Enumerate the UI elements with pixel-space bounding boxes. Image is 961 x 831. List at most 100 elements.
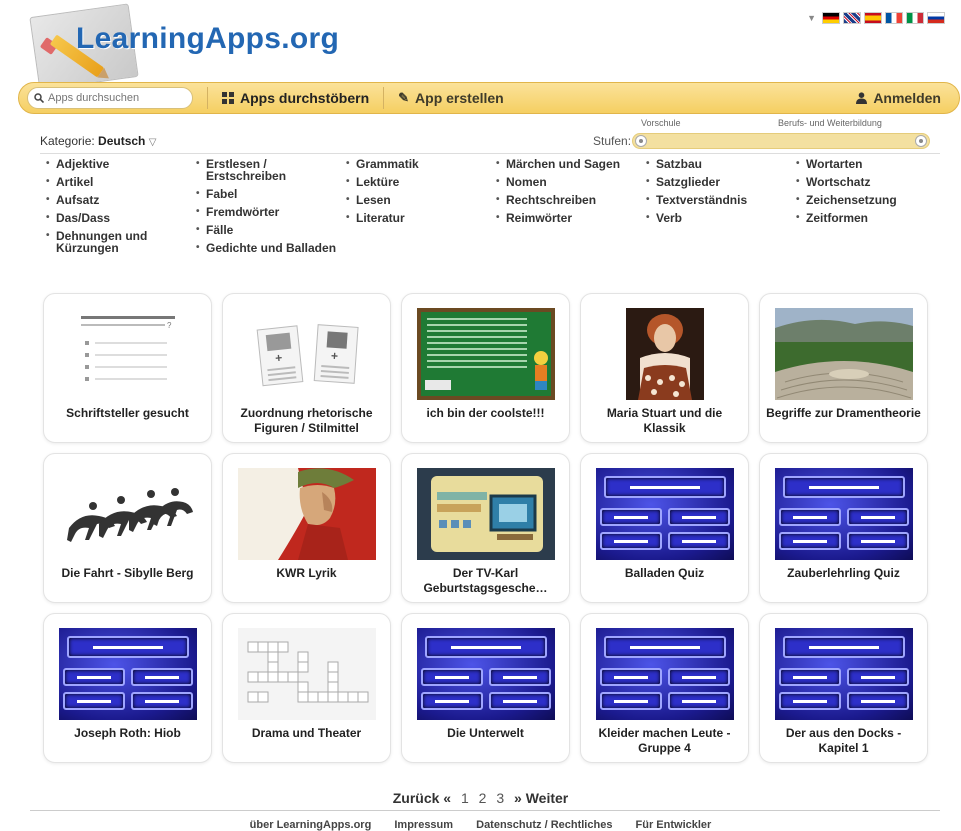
quiz-thumbnail — [59, 628, 197, 720]
subcategory-list: Adjektive Artikel Aufsatz Das/Dass Dehnu… — [46, 158, 946, 260]
pagination: Zurück « 1 2 3 » Weiter — [0, 790, 961, 806]
app-card[interactable]: Der TV-Karl Geburtstagsgesche… — [401, 453, 570, 603]
app-title: Die Unterwelt — [447, 726, 524, 740]
app-title: Der aus den Docks - Kapitel 1 — [785, 726, 902, 755]
footer: über LearningApps.org Impressum Datensch… — [0, 819, 961, 831]
quiz-thumbnail — [775, 468, 913, 560]
app-title: ich bin der coolste!!! — [426, 406, 545, 420]
search-input[interactable] — [48, 92, 178, 104]
app-card[interactable]: Die Unterwelt — [401, 613, 570, 763]
subcategory-link[interactable]: Grammatik — [346, 158, 496, 170]
subcategory-link[interactable]: Satzglieder — [646, 176, 796, 188]
subcategory-link[interactable]: Zeitformen — [796, 212, 946, 224]
subcategory-link[interactable]: Lektüre — [346, 176, 496, 188]
level-slider[interactable] — [632, 133, 930, 149]
quiz-thumbnail — [775, 628, 913, 720]
subcategory-link[interactable]: Aufsatz — [46, 194, 196, 206]
app-title: Kleider machen Leute - Gruppe 4 — [598, 726, 731, 755]
app-card[interactable]: Zauberlehrling Quiz — [759, 453, 928, 603]
subcategory-link[interactable]: Erstlesen / Erstschreiben — [196, 158, 306, 182]
browse-apps-label: Apps durchstöbern — [240, 90, 370, 106]
login-label: Anmelden — [873, 90, 941, 106]
subcategory-link[interactable]: Märchen und Sagen — [496, 158, 646, 170]
slider-max-handle[interactable] — [915, 135, 927, 147]
page-link-2[interactable]: 2 — [479, 790, 487, 806]
search-box[interactable] — [27, 87, 193, 109]
app-card[interactable]: Joseph Roth: Hiob — [43, 613, 212, 763]
crossword-thumbnail — [238, 628, 376, 720]
page-link-1[interactable]: 1 — [461, 790, 469, 806]
subcategory-link[interactable]: Wortschatz — [796, 176, 946, 188]
app-card[interactable]: Der aus den Docks - Kapitel 1 — [759, 613, 928, 763]
pair-thumbnail: + + — [238, 308, 376, 400]
quiz-thumbnail — [596, 468, 734, 560]
flag-ru-icon[interactable] — [927, 12, 945, 24]
subcategory-link[interactable]: Wortarten — [796, 158, 946, 170]
flag-es-icon[interactable] — [864, 12, 882, 24]
app-card[interactable]: Drama und Theater — [222, 613, 391, 763]
subcategory-link[interactable]: Nomen — [496, 176, 646, 188]
browse-apps-tab[interactable]: Apps durchstöbern — [208, 82, 383, 114]
create-app-tab[interactable]: ✎ App erstellen — [384, 82, 518, 114]
subcategory-link[interactable]: Das/Dass — [46, 212, 196, 224]
footer-link-about[interactable]: über LearningApps.org — [250, 819, 372, 831]
app-title: Joseph Roth: Hiob — [74, 726, 181, 740]
theater-thumbnail — [775, 308, 913, 400]
category-selector[interactable]: Kategorie: Deutsch ▽ — [40, 134, 156, 148]
footer-link-developers[interactable]: Für Entwickler — [636, 819, 712, 831]
user-icon — [856, 92, 868, 104]
flag-gb-icon[interactable] — [843, 12, 861, 24]
category-value: Deutsch — [98, 134, 146, 148]
subcategory-link[interactable]: Rechtschreiben — [496, 194, 646, 206]
slider-min-handle[interactable] — [635, 135, 647, 147]
app-card[interactable]: Die Fahrt - Sibylle Berg — [43, 453, 212, 603]
next-page-link[interactable]: » Weiter — [514, 790, 568, 806]
chevron-down-icon: ▽ — [148, 137, 157, 148]
subcategory-column: Adjektive Artikel Aufsatz Das/Dass Dehnu… — [46, 158, 196, 260]
logo[interactable]: LearningApps.org — [28, 3, 348, 91]
app-title: Zauberlehrling Quiz — [787, 566, 900, 580]
flag-it-icon[interactable] — [906, 12, 924, 24]
flag-fr-icon[interactable] — [885, 12, 903, 24]
app-card[interactable]: ich bin der coolste!!! — [401, 293, 570, 443]
dropdown-arrow-icon[interactable]: ▼ — [807, 13, 816, 23]
subcategory-link[interactable]: Fälle — [196, 224, 346, 236]
subcategory-link[interactable]: Adjektive — [46, 158, 196, 170]
subcategory-link[interactable]: Textverständnis — [646, 194, 796, 206]
footer-link-privacy[interactable]: Datenschutz / Rechtliches — [476, 819, 612, 831]
app-card[interactable]: + + Zuordnung rhetorische Figuren / Stil… — [222, 293, 391, 443]
subcategory-link[interactable]: Literatur — [346, 212, 496, 224]
subcategory-column: Grammatik Lektüre Lesen Literatur — [346, 158, 496, 260]
search-icon — [34, 93, 44, 103]
app-card[interactable]: KWR Lyrik — [222, 453, 391, 603]
level-min-label: Vorschule — [641, 118, 681, 128]
subcategory-link[interactable]: Artikel — [46, 176, 196, 188]
subcategory-link[interactable]: Dehnungen und Kürzungen — [46, 230, 156, 254]
page: LearningApps.org ▼ Apps durchstöbern ✎ A… — [0, 0, 961, 831]
app-card[interactable]: ? Schriftsteller gesucht — [43, 293, 212, 443]
logo-text: LearningApps.org — [76, 22, 340, 55]
subcategory-link[interactable]: Fabel — [196, 188, 346, 200]
app-card[interactable]: Kleider machen Leute - Gruppe 4 — [580, 613, 749, 763]
svg-text:+: + — [331, 349, 339, 363]
level-max-label: Berufs- und Weiterbildung — [778, 118, 882, 128]
subcategory-link[interactable]: Verb — [646, 212, 796, 224]
subcategory-link[interactable]: Reimwörter — [496, 212, 646, 224]
svg-text:?: ? — [167, 321, 172, 330]
subcategory-link[interactable]: Zeichensetzung — [796, 194, 946, 206]
subcategory-link[interactable]: Satzbau — [646, 158, 796, 170]
subcategory-link[interactable]: Lesen — [346, 194, 496, 206]
quiz-thumbnail — [596, 628, 734, 720]
language-selector[interactable]: ▼ — [807, 12, 945, 24]
prev-page-link[interactable]: Zurück « — [393, 790, 451, 806]
flag-de-icon[interactable] — [822, 12, 840, 24]
quiz-thumbnail — [417, 628, 555, 720]
app-card[interactable]: Maria Stuart und die Klassik — [580, 293, 749, 443]
page-link-3[interactable]: 3 — [496, 790, 504, 806]
subcategory-link[interactable]: Fremdwörter — [196, 206, 346, 218]
app-card[interactable]: Balladen Quiz — [580, 453, 749, 603]
login-button[interactable]: Anmelden — [842, 82, 959, 114]
footer-link-impressum[interactable]: Impressum — [394, 819, 453, 831]
subcategory-link[interactable]: Gedichte und Balladen — [196, 242, 346, 254]
app-card[interactable]: Begriffe zur Dramentheorie — [759, 293, 928, 443]
